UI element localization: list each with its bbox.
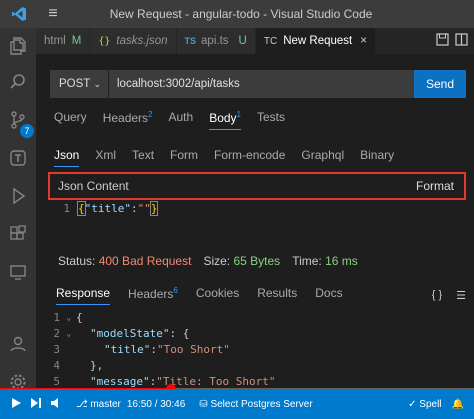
close-icon[interactable]: × xyxy=(360,35,367,47)
time-info: Time: 16 ms xyxy=(292,254,358,268)
account-icon[interactable] xyxy=(6,332,30,356)
tab-body[interactable]: Body1 xyxy=(209,110,241,130)
response-tabs: Response Headers6 Cookies Results Docs {… xyxy=(50,282,466,308)
tab-tasks-json[interactable]: {} tasks.json xyxy=(90,28,177,54)
typescript-file-icon: TS xyxy=(184,36,197,46)
tab-html[interactable]: html M xyxy=(36,28,91,54)
body-type-form[interactable]: Form xyxy=(170,148,198,167)
menu-icon[interactable]: ☰ xyxy=(456,289,466,302)
size-info: Size: 65 Bytes xyxy=(203,254,281,268)
remote-explorer-icon[interactable] xyxy=(6,260,30,284)
play-icon[interactable] xyxy=(10,397,22,412)
json-content-label: Json Content xyxy=(58,179,129,193)
json-content-header: Json Content Format xyxy=(48,172,466,200)
thunder-client-icon[interactable] xyxy=(6,146,30,170)
request-tabs: Query Headers2 Auth Body1 Tests xyxy=(54,110,301,130)
body-type-json[interactable]: Json xyxy=(54,148,80,167)
line-number: 1 xyxy=(63,202,70,215)
modified-indicator: M xyxy=(71,35,82,47)
extensions-icon[interactable] xyxy=(6,222,30,246)
untracked-indicator: U xyxy=(238,35,247,47)
tab-api-ts[interactable]: TS api.ts U xyxy=(176,28,256,54)
code-line: 1 ⌄ { xyxy=(53,311,83,324)
body-type-binary[interactable]: Binary xyxy=(360,148,394,167)
explorer-icon[interactable] xyxy=(6,34,30,58)
tab-new-request[interactable]: TC New Request × xyxy=(255,28,376,54)
status-info: Status: 400 Bad Request xyxy=(58,254,192,268)
send-button[interactable]: Send xyxy=(414,70,466,98)
title-bar: ≡ New Request - angular-todo - Visual St… xyxy=(0,0,474,28)
source-control-badge: 7 xyxy=(20,124,34,138)
fold-chevron-icon: ⌄ xyxy=(66,329,72,339)
method-select[interactable]: POST ⌄ xyxy=(50,70,108,98)
editor-tabs: html M {} tasks.json TS api.ts U TC New … xyxy=(36,28,474,54)
tab-docs[interactable]: Docs xyxy=(315,286,342,304)
body-type-graphql[interactable]: Graphql xyxy=(301,148,344,167)
menu-icon[interactable]: ≡ xyxy=(38,5,68,23)
thunder-client-tab-icon: TC xyxy=(263,35,278,47)
split-editor-icon[interactable] xyxy=(455,33,468,49)
chevron-down-icon: ⌄ xyxy=(93,78,101,89)
response-actions: { } ☰ xyxy=(432,289,466,302)
body-type-tabs: Json Xml Text Form Form-encode Graphql B… xyxy=(54,148,410,167)
body-editor[interactable]: 1 {"title":""} xyxy=(50,201,466,218)
spell-item[interactable]: ✓ Spell xyxy=(408,399,441,410)
status-bar: ⎇ master 16:50 / 30:46 ⛁ Select Postgres… xyxy=(0,389,474,419)
body-type-text[interactable]: Text xyxy=(132,148,154,167)
code-line: {"title":""} xyxy=(77,201,159,216)
next-icon[interactable] xyxy=(30,397,42,412)
url-row: POST ⌄ localhost:3002/api/tasks Send xyxy=(50,70,466,98)
tab-query[interactable]: Query xyxy=(54,110,87,130)
video-controls xyxy=(0,397,62,412)
notifications-icon[interactable]: 🔔 xyxy=(452,399,464,410)
fold-chevron-icon: ⌄ xyxy=(66,313,72,323)
braces-icon[interactable]: { } xyxy=(432,289,442,302)
code-line: 2 ⌄ "modelState": { xyxy=(53,327,190,340)
tab-response-headers[interactable]: Headers6 xyxy=(128,286,178,305)
request-panel: POST ⌄ localhost:3002/api/tasks Send Que… xyxy=(36,54,474,403)
run-debug-icon[interactable] xyxy=(6,184,30,208)
window-title: New Request - angular-todo - Visual Stud… xyxy=(109,7,373,21)
tab-actions xyxy=(436,28,474,54)
tab-response[interactable]: Response xyxy=(56,286,111,305)
video-time: 16:50 / 30:46 xyxy=(126,398,186,410)
json-file-icon: {} xyxy=(98,35,111,47)
body-type-form-encode[interactable]: Form-encode xyxy=(214,148,285,167)
tab-cookies[interactable]: Cookies xyxy=(196,286,239,304)
status-right: ✓ Spell 🔔 xyxy=(408,399,474,410)
format-button[interactable]: Format xyxy=(416,179,454,193)
response-body[interactable]: 1 ⌄ { 2 ⌄ "modelState": { 3 "title": "Too … xyxy=(50,310,466,390)
volume-icon[interactable] xyxy=(50,397,62,412)
activity-bar: 7 xyxy=(0,28,36,403)
code-line: 4 }, xyxy=(53,359,104,372)
tab-label: tasks.json xyxy=(116,35,168,47)
url-input[interactable]: localhost:3002/api/tasks xyxy=(108,70,414,98)
branch-indicator[interactable]: ⎇ master xyxy=(76,399,121,410)
code-line: 3 "title": "Too Short" xyxy=(53,343,230,356)
response-status-row: Status: 400 Bad Request Size: 65 Bytes T… xyxy=(58,254,358,268)
tab-results[interactable]: Results xyxy=(257,286,297,304)
tab-headers[interactable]: Headers2 xyxy=(103,110,153,130)
tab-label: api.ts xyxy=(201,35,229,47)
body-type-xml[interactable]: Xml xyxy=(95,148,116,167)
tab-label: New Request xyxy=(283,35,353,47)
vscode-logo-icon xyxy=(0,0,38,28)
tab-tests[interactable]: Tests xyxy=(257,110,285,130)
postgres-server-item[interactable]: ⛁ Select Postgres Server xyxy=(199,399,312,410)
save-icon[interactable] xyxy=(436,33,449,49)
tab-label: html xyxy=(44,35,66,47)
search-icon[interactable] xyxy=(6,70,30,94)
method-label: POST xyxy=(59,78,91,90)
tab-auth[interactable]: Auth xyxy=(169,110,194,130)
